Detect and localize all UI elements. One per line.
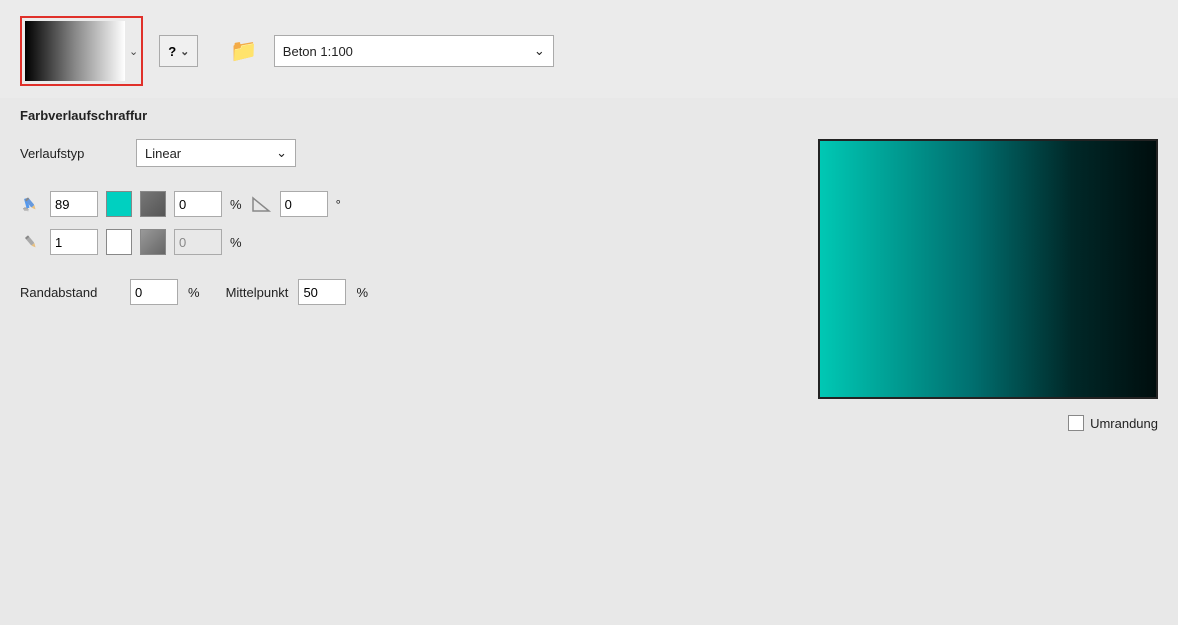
stop1-color-swatch[interactable] bbox=[106, 191, 132, 217]
umrandung-checkbox[interactable] bbox=[1068, 415, 1084, 431]
stop2-color-swatch[interactable] bbox=[106, 229, 132, 255]
preset-label: Beton 1:100 bbox=[283, 44, 353, 59]
preview-chevron[interactable]: ⌄ bbox=[129, 45, 138, 58]
section-title: Farbverlaufschraffur bbox=[20, 108, 1158, 123]
stop1-opacity-input[interactable] bbox=[174, 191, 222, 217]
folder-icon[interactable]: 📁 bbox=[230, 38, 257, 64]
gradient-stops: % ° bbox=[20, 191, 788, 255]
stop1-opacity-unit: % bbox=[230, 197, 242, 212]
verlaufstyp-label: Verlaufstyp bbox=[20, 146, 120, 161]
type-select[interactable]: Linear ⌄ bbox=[136, 139, 296, 167]
stop2-gray-swatch[interactable] bbox=[140, 229, 166, 255]
left-panel: Verlaufstyp Linear ⌄ bbox=[20, 139, 788, 431]
rand-label: Randabstand bbox=[20, 285, 120, 300]
verlaufstyp-row: Verlaufstyp Linear ⌄ bbox=[20, 139, 788, 167]
mittelpunkt-label: Mittelpunkt bbox=[226, 285, 289, 300]
angle-unit: ° bbox=[336, 197, 341, 212]
umrandung-row: Umrandung bbox=[1068, 415, 1158, 431]
mittelpunkt-input[interactable] bbox=[298, 279, 346, 305]
stop1-gray-swatch[interactable] bbox=[140, 191, 166, 217]
stop1-position-input[interactable] bbox=[50, 191, 98, 217]
gradient-preview-box bbox=[25, 21, 125, 81]
preset-select[interactable]: Beton 1:100 ⌄ bbox=[274, 35, 554, 67]
gradient-preview-wrapper[interactable]: ⌄ bbox=[20, 16, 143, 86]
rand-unit: % bbox=[188, 285, 200, 300]
question-mark-label: ? bbox=[168, 44, 176, 59]
section-body: Verlaufstyp Linear ⌄ bbox=[20, 139, 1158, 431]
gradient-display bbox=[818, 139, 1158, 399]
pencil-icon-1[interactable] bbox=[20, 193, 42, 215]
main-content: Farbverlaufschraffur Verlaufstyp Linear … bbox=[0, 98, 1178, 451]
type-select-value: Linear bbox=[145, 146, 181, 161]
preset-chevron: ⌄ bbox=[534, 43, 545, 59]
rand-input[interactable] bbox=[130, 279, 178, 305]
rand-mittelpunkt-row: Randabstand % Mittelpunkt % bbox=[20, 279, 788, 305]
angle-input[interactable] bbox=[280, 191, 328, 217]
stop-row-2: % bbox=[20, 229, 788, 255]
type-select-chevron: ⌄ bbox=[276, 145, 287, 161]
question-button[interactable]: ? ⌄ bbox=[159, 35, 198, 67]
umrandung-label: Umrandung bbox=[1090, 416, 1158, 431]
mittelpunkt-unit: % bbox=[356, 285, 368, 300]
stop2-position-input[interactable] bbox=[50, 229, 98, 255]
stop2-opacity-unit: % bbox=[230, 235, 242, 250]
pencil-icon-2[interactable] bbox=[20, 231, 42, 253]
top-bar: ⌄ ? ⌄ 📁 Beton 1:100 ⌄ bbox=[0, 0, 1178, 98]
angle-icon bbox=[250, 193, 272, 215]
stop2-opacity-input[interactable] bbox=[174, 229, 222, 255]
stop-row-1: % ° bbox=[20, 191, 788, 217]
question-chevron: ⌄ bbox=[180, 45, 189, 58]
right-panel: Umrandung bbox=[818, 139, 1158, 431]
